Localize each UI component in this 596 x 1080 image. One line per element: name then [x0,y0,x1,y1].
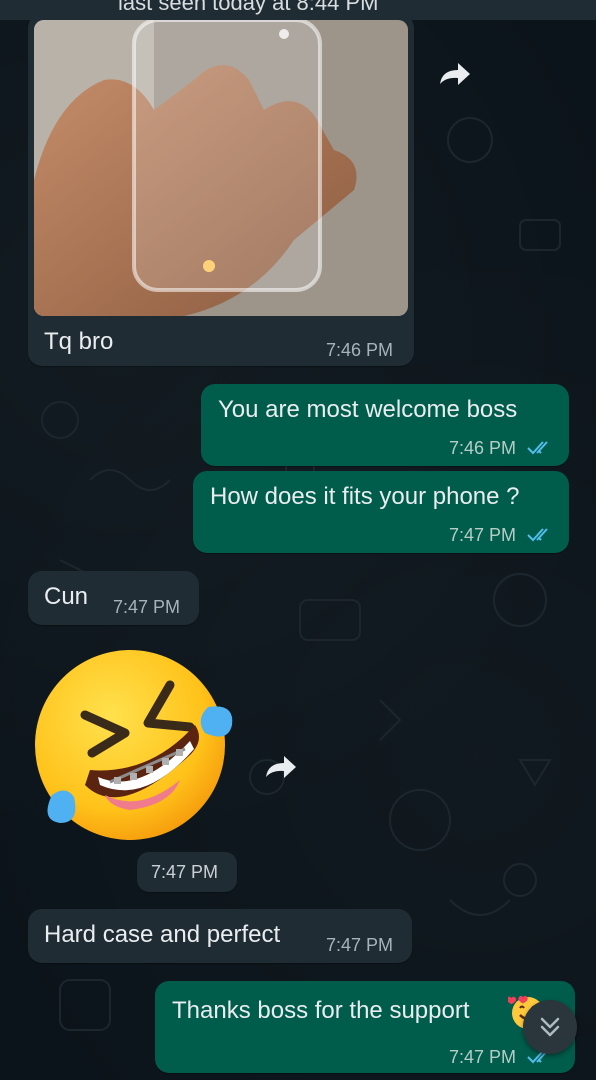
message-time: 7:46 PM [326,340,394,360]
message-incoming[interactable]: Cun 7:47 PM [28,571,199,625]
message-text: Cun [44,583,89,610]
forward-button[interactable] [258,745,302,789]
message-time: 7:47 PM [449,525,517,545]
image-caption: Tq bro [44,328,114,355]
photo-hand-holding-phone-case [34,20,408,316]
contact-last-seen: last seen today at 8:44 PM [118,0,379,15]
message-time: 7:47 PM [449,1047,517,1067]
sticker-time-badge: 7:47 PM [137,852,237,892]
message-incoming-image[interactable]: Tq bro 7:46 PM [28,14,414,366]
double-check-icon [527,528,548,542]
forward-icon [440,63,470,85]
message-incoming[interactable]: Hard case and perfect 7:47 PM [28,909,412,963]
message-text: Hard case and perfect [44,921,281,948]
message-outgoing[interactable]: You are most welcome boss 7:46 PM [201,384,569,466]
message-text: How does it fits your phone ? [210,483,520,510]
chevron-double-down-icon [540,1017,560,1037]
message-photo[interactable] [34,20,408,316]
double-check-icon [527,441,548,455]
sticker-rolling-laughing[interactable] [30,645,235,845]
message-text: Thanks boss for the support [172,997,470,1024]
message-outgoing[interactable]: Thanks boss for the support 7:47 PM [155,981,575,1073]
message-time: 7:47 PM [113,597,181,617]
laughing-with-braces-emoji [35,650,233,840]
forward-button[interactable] [432,52,476,96]
message-time: 7:47 PM [326,935,394,955]
message-time: 7:47 PM [151,862,219,882]
scroll-to-bottom-button[interactable] [523,1000,577,1054]
message-text: You are most welcome boss [218,396,518,423]
forward-icon [266,756,296,778]
message-time: 7:46 PM [449,438,517,458]
message-outgoing[interactable]: How does it fits your phone ? 7:47 PM [193,471,569,553]
chat-header[interactable]: last seen today at 8:44 PM [0,0,596,20]
